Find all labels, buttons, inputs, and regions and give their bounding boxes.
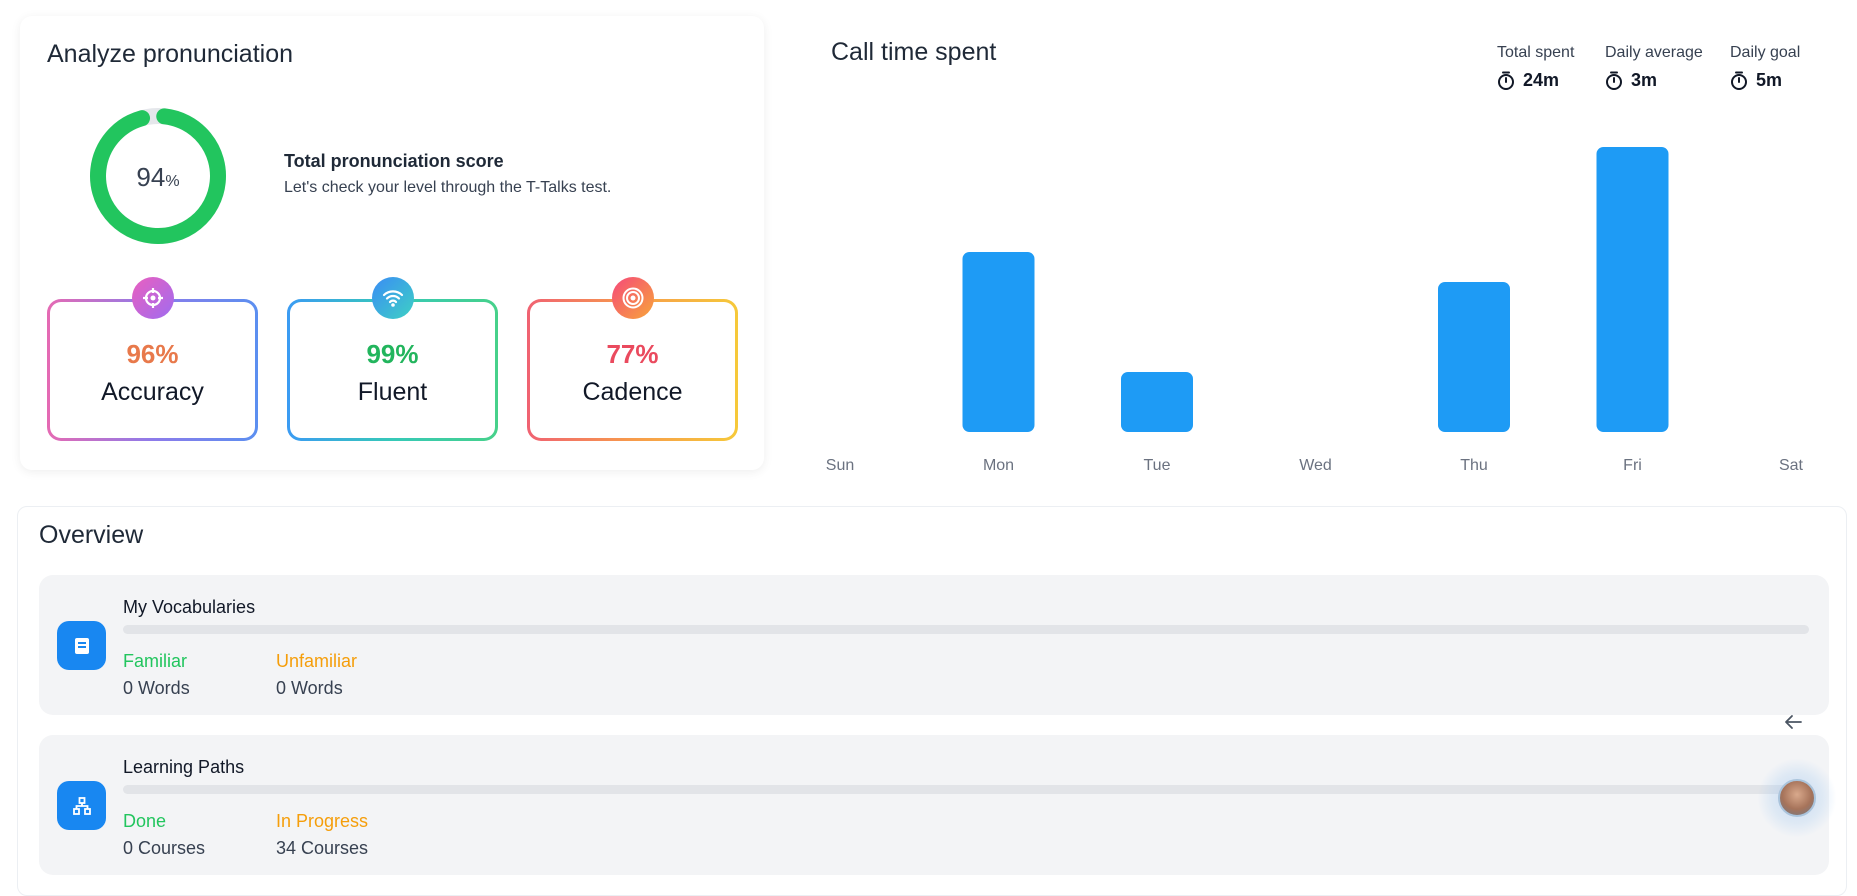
cadence-card: 77% Cadence: [527, 299, 738, 441]
tick-label-mon: Mon: [983, 457, 1014, 474]
timer-icon: [1606, 71, 1622, 90]
call-time-chart: Sun Mon Tue Wed Thu Fri Sat: [826, 147, 1804, 474]
stat-label: Daily goal: [1730, 44, 1801, 61]
timer-icon: [1498, 71, 1514, 90]
progress-bar: [123, 785, 1809, 794]
stat-total-spent: Total spent 24m: [1497, 44, 1574, 91]
tick-label-fri: Fri: [1623, 457, 1642, 474]
stat-daily-average: Daily average 3m: [1605, 44, 1703, 91]
familiar-label: Familiar: [123, 651, 188, 671]
fluent-label: Fluent: [357, 378, 428, 406]
unfamiliar-label: Unfamiliar: [276, 651, 358, 671]
overview-panel: Overview My Vocabularies Familiar 0 Word…: [17, 506, 1847, 896]
accuracy-label: Accuracy: [101, 378, 204, 406]
familiar-value: 0 Words: [123, 678, 190, 698]
cadence-label: Cadence: [582, 378, 683, 406]
cadence-value: 77%: [606, 339, 659, 369]
overview-title: Overview: [39, 521, 144, 549]
stat-value: 3m: [1631, 70, 1658, 90]
hierarchy-icon: [57, 781, 106, 830]
bar-mon[interactable]: [962, 252, 1035, 432]
fluent-value: 99%: [366, 339, 419, 369]
done-value: 0 Courses: [123, 838, 206, 858]
stat-label: Daily average: [1605, 44, 1703, 61]
score-subtitle: Let's check your level through the T-Tal…: [284, 179, 612, 196]
call-time-title: Call time spent: [831, 38, 997, 66]
target-icon: [612, 277, 654, 319]
score-title: Total pronunciation score: [284, 151, 504, 171]
wifi-icon: [372, 277, 414, 319]
tick-label-wed: Wed: [1299, 457, 1332, 474]
stat-daily-goal: Daily goal 5m: [1730, 44, 1800, 91]
row-title: My Vocabularies: [123, 597, 256, 617]
accuracy-card: 96% Accuracy: [47, 299, 258, 441]
in-progress-label: In Progress: [276, 811, 369, 831]
stat-value: 5m: [1756, 70, 1783, 90]
fluent-card: 99% Fluent: [287, 299, 498, 441]
learning-paths-row[interactable]: Learning Paths Done 0 Courses In Progres…: [39, 735, 1829, 875]
done-label: Done: [123, 811, 167, 831]
crosshair-icon: [132, 277, 174, 319]
pronunciation-title: Analyze pronunciation: [47, 40, 293, 68]
bar-tue[interactable]: [1121, 372, 1193, 432]
stat-value: 24m: [1523, 70, 1560, 90]
stat-label: Total spent: [1497, 44, 1575, 61]
tick-label-sun: Sun: [826, 457, 854, 474]
bar-fri[interactable]: [1596, 147, 1669, 432]
tick-label-thu: Thu: [1460, 457, 1488, 474]
assistant-avatar-button[interactable]: [1757, 758, 1837, 838]
avatar: [1778, 779, 1816, 817]
tick-label-sat: Sat: [1779, 457, 1804, 474]
bar-thu[interactable]: [1438, 282, 1510, 432]
row-title: Learning Paths: [123, 757, 245, 777]
book-icon: [57, 621, 106, 670]
unfamiliar-value: 0 Words: [276, 678, 343, 698]
pronunciation-card: Analyze pronunciation 94% Total pronunci…: [20, 16, 764, 470]
progress-bar: [123, 625, 1809, 634]
timer-icon: [1731, 71, 1747, 90]
tick-label-tue: Tue: [1144, 457, 1171, 474]
score-value: 94%: [136, 162, 180, 192]
accuracy-value: 96%: [126, 339, 179, 369]
vocabularies-row[interactable]: My Vocabularies Familiar 0 Words Unfamil…: [39, 575, 1829, 715]
arrow-left-icon[interactable]: [1781, 710, 1805, 734]
in-progress-value: 34 Courses: [276, 838, 369, 858]
